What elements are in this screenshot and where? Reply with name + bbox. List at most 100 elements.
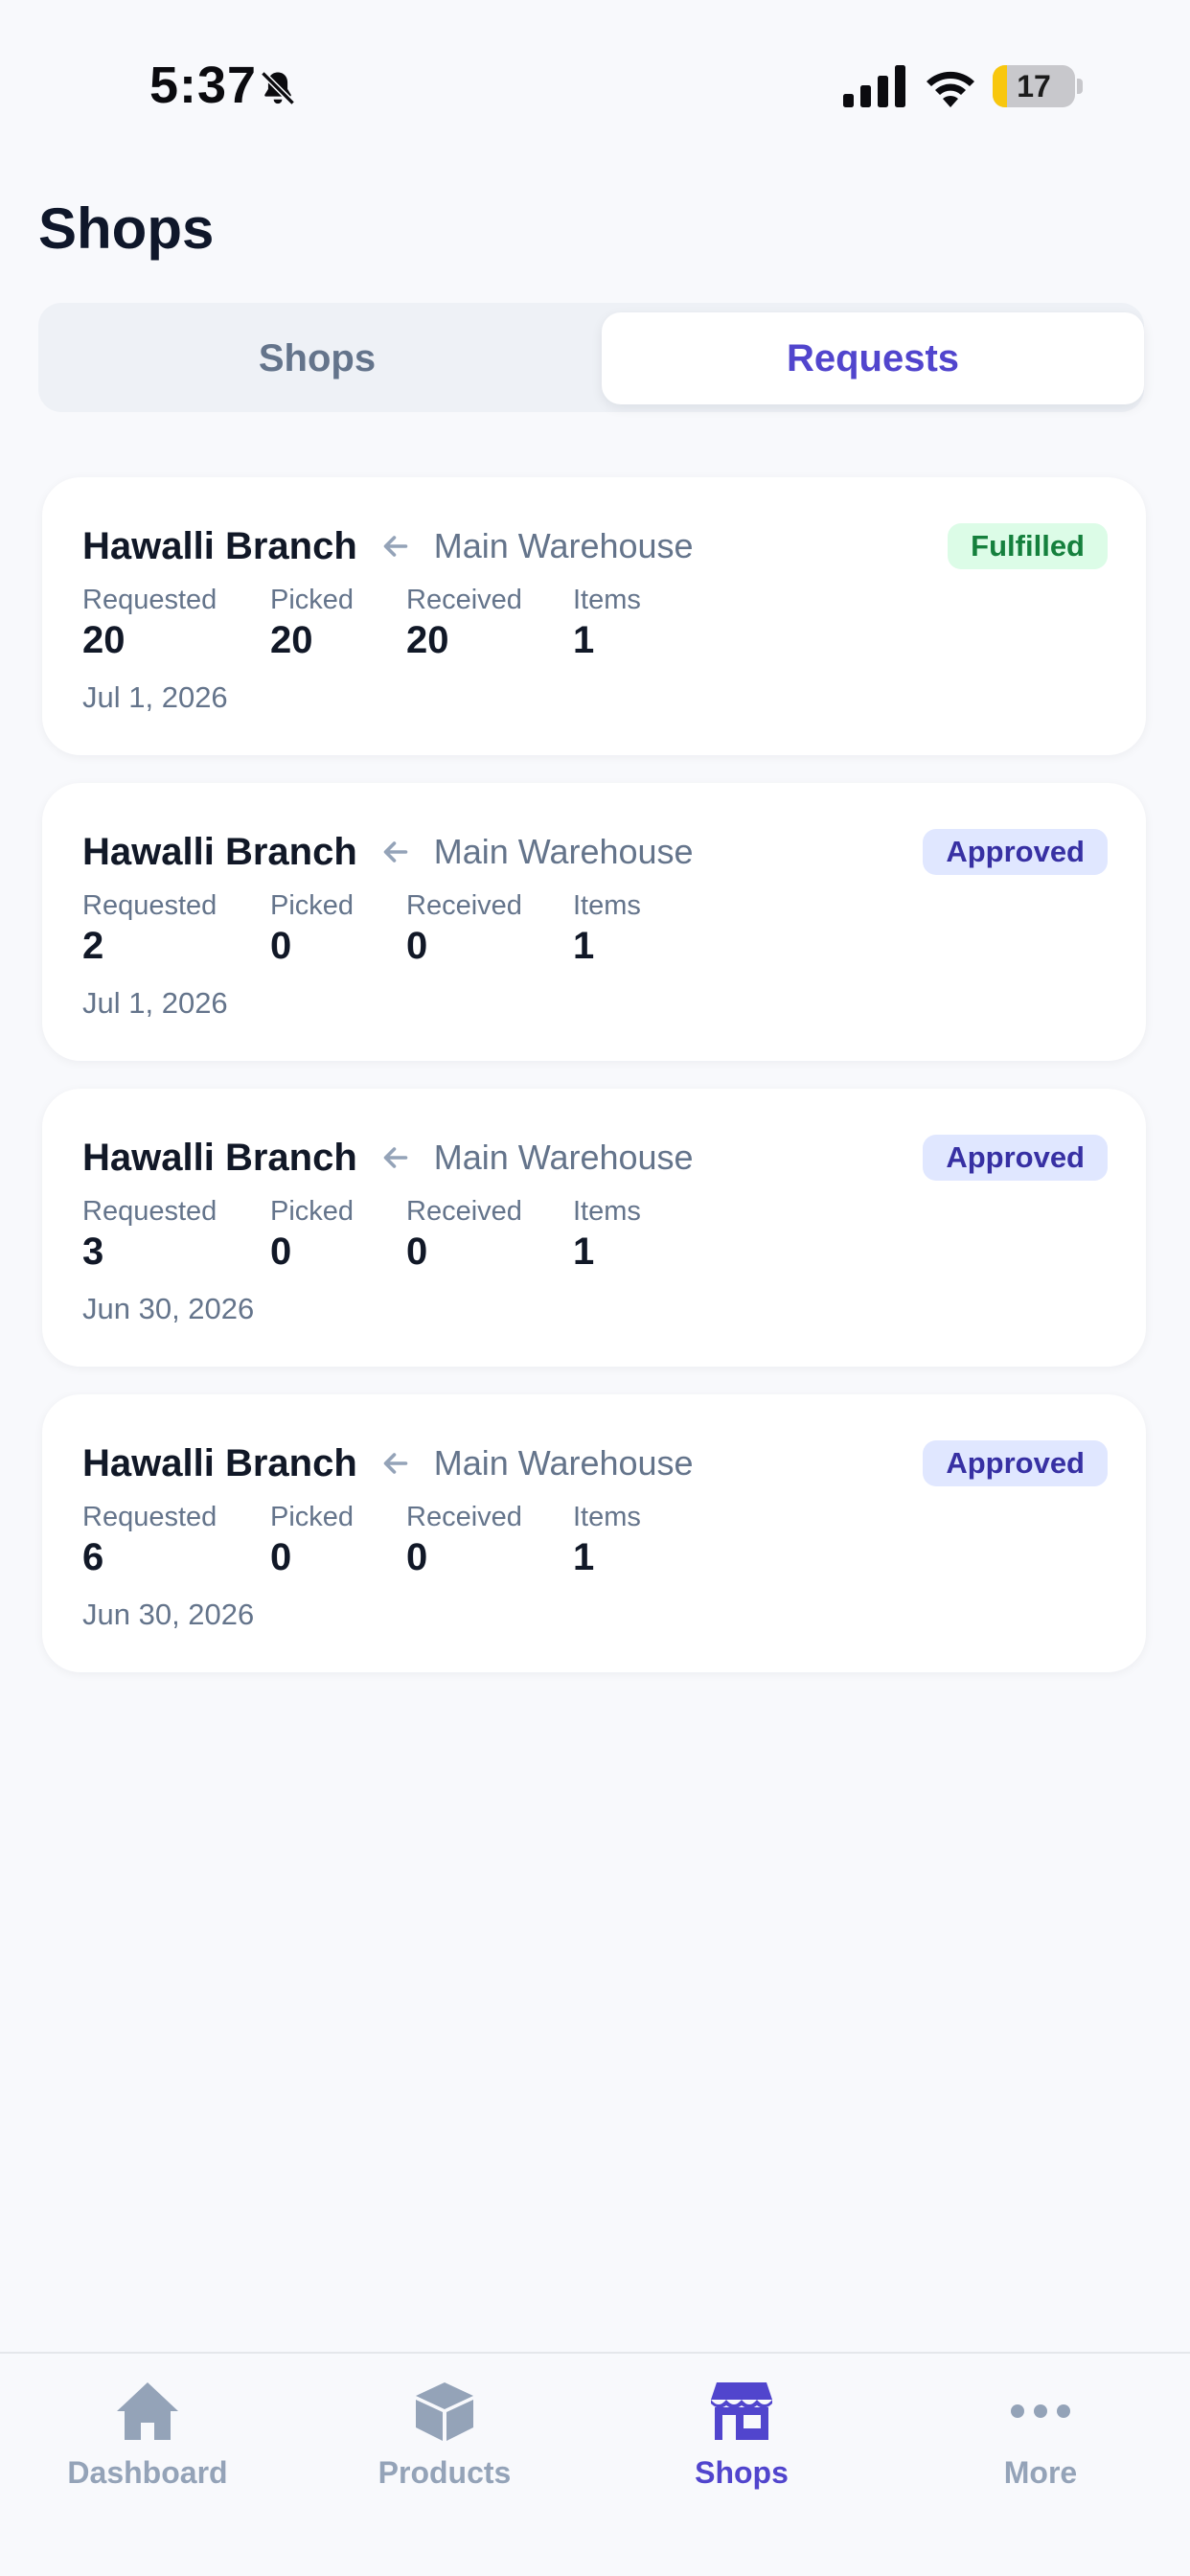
tab-label: Dashboard <box>67 2455 228 2490</box>
destination-shop: Hawalli Branch <box>82 830 357 873</box>
source-warehouse: Main Warehouse <box>433 832 694 871</box>
tab-label: Products <box>378 2455 512 2490</box>
stat-label: Items <box>573 585 641 615</box>
request-route: Hawalli Branch Main Warehouse Approved <box>82 1435 1108 1492</box>
stat-label: Picked <box>270 585 355 615</box>
status-badge: Approved <box>923 1440 1108 1486</box>
store-icon <box>711 2382 772 2440</box>
request-route: Hawalli Branch Main Warehouse Approved <box>82 1129 1108 1186</box>
stat-label: Requested <box>82 890 217 921</box>
battery-percent: 17 <box>1017 68 1051 104</box>
stat-value: 1 <box>573 1230 595 1273</box>
wifi-icon <box>927 71 974 107</box>
arrow-left-icon <box>383 841 408 862</box>
stat-label: Picked <box>270 1196 355 1227</box>
stat-received: Received 0 <box>406 1500 522 1580</box>
tab-requests[interactable]: Requests <box>602 312 1144 404</box>
stat-received: Received 20 <box>406 583 522 663</box>
stat-requested: Requested 20 <box>82 583 217 663</box>
stat-value: 3 <box>82 1230 104 1273</box>
stat-label: Picked <box>270 890 355 921</box>
source-warehouse: Main Warehouse <box>433 1443 694 1483</box>
home-icon <box>117 2382 178 2440</box>
stat-requested: Requested 2 <box>82 888 217 969</box>
request-route: Hawalli Branch Main Warehouse Approved <box>82 823 1108 881</box>
request-route: Hawalli Branch Main Warehouse Fulfilled <box>82 518 1108 575</box>
request-card[interactable]: Hawalli Branch Main Warehouse Approved R… <box>42 1394 1146 1672</box>
stat-value: 6 <box>82 1536 104 1578</box>
stat-value: 0 <box>406 1230 428 1273</box>
status-badge: Fulfilled <box>948 523 1108 569</box>
stat-value: 0 <box>270 1536 292 1578</box>
page-title: Shops <box>38 196 215 261</box>
tab-label: Shops <box>695 2455 789 2490</box>
stat-label: Items <box>573 1196 641 1227</box>
stat-value: 0 <box>270 1230 292 1273</box>
source-warehouse: Main Warehouse <box>433 1138 694 1177</box>
stat-received: Received 0 <box>406 1194 522 1275</box>
stat-requested: Requested 6 <box>82 1500 217 1580</box>
stat-value: 20 <box>406 619 449 661</box>
bottom-tab-bar: Dashboard Products Shops More <box>0 2352 1190 2576</box>
request-date: Jul 1, 2026 <box>82 680 228 714</box>
request-date: Jul 1, 2026 <box>82 986 228 1020</box>
status-time: 5:37 <box>149 57 258 114</box>
segmented-control: Shops Requests <box>38 303 1144 412</box>
stat-value: 1 <box>573 1536 595 1578</box>
stat-label: Picked <box>270 1502 355 1532</box>
request-list: Hawalli Branch Main Warehouse Fulfilled … <box>42 477 1146 1700</box>
battery-nub <box>1077 79 1083 94</box>
stat-value: 2 <box>82 925 104 967</box>
stat-label: Requested <box>82 1502 217 1532</box>
stat-picked: Picked 0 <box>270 888 354 969</box>
tab-more[interactable]: More <box>926 2373 1156 2517</box>
stat-label: Received <box>406 585 522 615</box>
stat-picked: Picked 0 <box>270 1500 354 1580</box>
tab-shops[interactable]: Shops <box>46 312 588 404</box>
source-warehouse: Main Warehouse <box>433 526 694 565</box>
stat-value: 0 <box>406 925 428 967</box>
battery-icon: 17 <box>993 65 1075 107</box>
arrow-left-icon <box>383 536 408 557</box>
stat-value: 1 <box>573 619 595 661</box>
stat-items: Items 1 <box>573 1500 641 1580</box>
box-icon <box>416 2382 473 2441</box>
request-card[interactable]: Hawalli Branch Main Warehouse Fulfilled … <box>42 477 1146 755</box>
tab-products[interactable]: Products <box>330 2373 560 2517</box>
request-date: Jun 30, 2026 <box>82 1292 255 1325</box>
destination-shop: Hawalli Branch <box>82 1136 357 1179</box>
stat-value: 0 <box>270 925 292 967</box>
stat-items: Items 1 <box>573 583 641 663</box>
stat-received: Received 0 <box>406 888 522 969</box>
stat-value: 1 <box>573 925 595 967</box>
request-card[interactable]: Hawalli Branch Main Warehouse Approved R… <box>42 1089 1146 1367</box>
destination-shop: Hawalli Branch <box>82 1441 357 1484</box>
stat-items: Items 1 <box>573 1194 641 1275</box>
destination-shop: Hawalli Branch <box>82 524 357 567</box>
status-bar: 5:37 17 <box>0 0 1190 172</box>
stat-label: Received <box>406 890 522 921</box>
request-date: Jun 30, 2026 <box>82 1598 255 1631</box>
signal-icon <box>843 65 905 107</box>
stat-label: Received <box>406 1502 522 1532</box>
stat-label: Received <box>406 1196 522 1227</box>
stat-label: Items <box>573 1502 641 1532</box>
arrow-left-icon <box>383 1147 408 1168</box>
request-card[interactable]: Hawalli Branch Main Warehouse Approved R… <box>42 783 1146 1061</box>
stat-requested: Requested 3 <box>82 1194 217 1275</box>
stat-picked: Picked 20 <box>270 583 354 663</box>
stat-value: 20 <box>82 619 126 661</box>
more-dots-icon <box>1011 2404 1070 2418</box>
stat-label: Requested <box>82 1196 217 1227</box>
stat-items: Items 1 <box>573 888 641 969</box>
shops-screen: 5:37 17 Shops Shops Requests Hawalli Bra… <box>0 0 1190 2576</box>
tab-dashboard[interactable]: Dashboard <box>33 2373 263 2517</box>
tab-shops-nav[interactable]: Shops <box>627 2373 857 2517</box>
stat-picked: Picked 0 <box>270 1194 354 1275</box>
tab-label: More <box>1003 2455 1078 2490</box>
status-badge: Approved <box>923 1135 1108 1181</box>
stat-value: 20 <box>270 619 313 661</box>
stat-label: Requested <box>82 585 217 615</box>
bell-slash-icon <box>261 71 295 105</box>
arrow-left-icon <box>383 1453 408 1474</box>
